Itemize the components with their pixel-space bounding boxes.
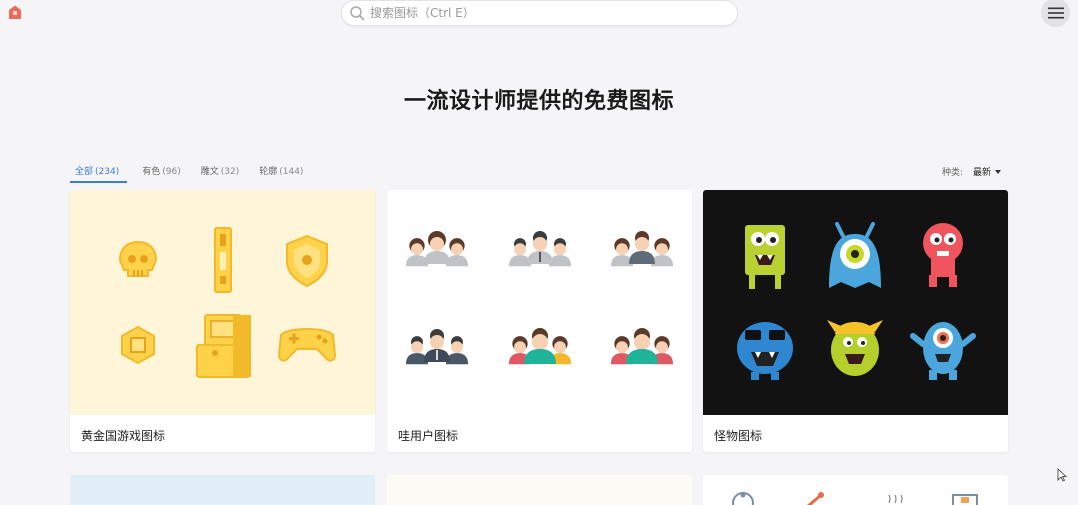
- card-title[interactable]: 怪物图标: [714, 427, 762, 444]
- tab-count: (32): [220, 167, 240, 177]
- card-title[interactable]: 黄金国游戏图标: [81, 427, 165, 444]
- green-horned-monster-icon: [827, 320, 883, 376]
- cooker-icon: [952, 494, 978, 505]
- icon-pack-card-monsters[interactable]: 怪物图标: [703, 190, 1008, 452]
- family-group-icon: [610, 328, 674, 365]
- tab-count: (96): [162, 167, 181, 177]
- tab-count: (234): [95, 167, 120, 177]
- icon-pack-card-partial[interactable]: [387, 475, 692, 505]
- user-icons-preview: [387, 190, 692, 415]
- steam-icon: [888, 494, 903, 504]
- sort-control: 种类: 最新: [942, 165, 1002, 178]
- tab-colored[interactable]: 有色 (96): [137, 160, 186, 183]
- caret-down-icon: [995, 169, 1002, 174]
- page-title: 一流设计师提供的免费图标: [403, 89, 674, 114]
- sort-label: 种类:: [942, 168, 964, 178]
- pot-icon: [732, 492, 754, 505]
- tall-tower-icon: [214, 227, 232, 293]
- tab-count: (144): [279, 167, 304, 177]
- icon-pack-card-partial[interactable]: [70, 475, 375, 505]
- mouse-cursor-icon: [1057, 468, 1067, 482]
- logo-icon[interactable]: [8, 5, 22, 20]
- gold-game-icons-preview: [70, 190, 375, 415]
- icon-pack-card-gold-game[interactable]: 黄金国游戏图标: [70, 190, 375, 452]
- arcade-machine-icon: [196, 314, 251, 378]
- sort-dropdown[interactable]: 最新: [973, 165, 1002, 178]
- pink-monster-icon: [923, 223, 963, 287]
- skull-icon: [118, 240, 158, 277]
- utensil-icon: [807, 492, 824, 505]
- tab-outline[interactable]: 轮廓 (144): [254, 160, 308, 183]
- hamburger-icon: [1047, 7, 1064, 18]
- shield-icon: [286, 234, 328, 288]
- coin-icon: [121, 325, 155, 365]
- tab-label: 轮廓: [259, 167, 278, 177]
- businessmen-group-icon: [405, 329, 469, 365]
- colorful-group-icon: [508, 328, 572, 365]
- tab-label: 全部: [75, 167, 94, 177]
- tab-all[interactable]: 全部 (234): [70, 160, 128, 183]
- icon-pack-card-partial[interactable]: [703, 475, 1008, 505]
- tab-glyph[interactable]: 雕文 (32): [196, 160, 245, 183]
- kitchen-icons-preview: [732, 492, 978, 505]
- tab-label: 有色: [142, 167, 161, 177]
- search-icon: [350, 6, 365, 21]
- mixed-group-icon: [610, 231, 674, 267]
- menu-button[interactable]: [1041, 0, 1070, 27]
- monster-icons-preview: [703, 190, 1008, 415]
- tab-label: 雕文: [200, 167, 219, 177]
- card-title[interactable]: 哇用户图标: [398, 427, 458, 444]
- blue-cyclops-monster-icon: [829, 222, 881, 288]
- blue-one-eyed-monster-icon: [910, 322, 976, 380]
- icon-pack-card-users[interactable]: 哇用户图标: [387, 190, 692, 452]
- men-group-icon: [508, 231, 572, 267]
- blue-sunglasses-monster-icon: [737, 322, 793, 380]
- women-group-icon: [405, 231, 469, 267]
- search-input[interactable]: [370, 4, 710, 22]
- search-bar[interactable]: [341, 0, 738, 26]
- gamepad-icon: [277, 328, 337, 362]
- green-monster-icon: [745, 225, 785, 289]
- category-tabs: 全部 (234) 有色 (96) 雕文 (32) 轮廓 (144): [70, 160, 318, 183]
- sort-value: 最新: [973, 168, 992, 178]
